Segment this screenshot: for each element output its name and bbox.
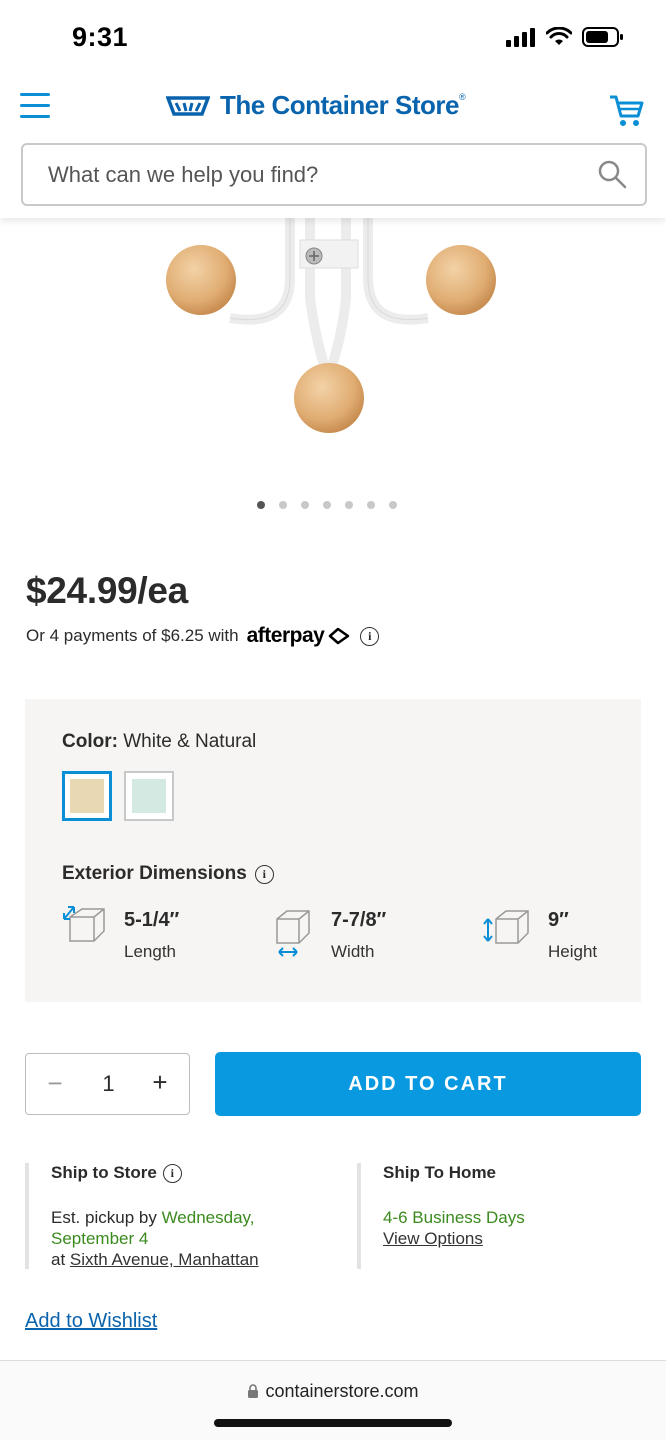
menu-icon[interactable] (20, 93, 50, 119)
color-swatch-white-natural[interactable] (62, 771, 112, 821)
home-indicator[interactable] (214, 1419, 452, 1427)
gallery-dot[interactable] (257, 501, 265, 509)
search-placeholder: What can we help you find? (48, 161, 319, 187)
color-value: White & Natural (123, 731, 257, 752)
cart-icon[interactable] (608, 94, 644, 128)
wifi-icon (546, 27, 572, 45)
pickup-estimate: Est. pickup by Wednesday, September 4 at… (51, 1208, 259, 1269)
add-to-wishlist-link[interactable]: Add to Wishlist (25, 1310, 157, 1333)
ship-to-store-panel[interactable]: Ship to Store i Est. pickup by Wednesday… (25, 1163, 325, 1269)
product-price: $24.99/ea (26, 570, 188, 611)
status-icons (506, 26, 624, 48)
brand-name: The Container Store® (220, 90, 466, 120)
color-swatch-alt[interactable] (124, 771, 174, 821)
search-icon[interactable] (597, 159, 627, 189)
ship-to-home-panel[interactable]: Ship To Home 4-6 Business Days View Opti… (357, 1163, 637, 1269)
signal-icon (506, 28, 535, 47)
gallery-dot[interactable] (345, 501, 353, 509)
home-delivery-info: 4-6 Business Days View Options (383, 1207, 637, 1249)
brand-logo[interactable]: The Container Store® (166, 90, 466, 121)
gallery-dot[interactable] (389, 501, 397, 509)
add-to-cart-button[interactable]: ADD TO CART (215, 1052, 641, 1116)
status-time: 9:31 (72, 22, 129, 52)
afterpay-line: Or 4 payments of $6.25 with afterpay i (26, 624, 380, 648)
gallery-dots[interactable] (257, 501, 397, 509)
width-cube-icon (276, 910, 310, 957)
battery-icon (582, 27, 623, 47)
dimensions-info-icon[interactable]: i (254, 864, 274, 884)
options-panel: Color: White & Natural Exterior Dimensio… (25, 699, 641, 1002)
gallery-dot[interactable] (279, 501, 287, 509)
gallery-dot[interactable] (367, 501, 375, 509)
afterpay-info-icon[interactable]: i (360, 626, 380, 646)
store-location-link[interactable]: Sixth Avenue, Manhattan (70, 1250, 259, 1269)
product-image[interactable] (150, 218, 510, 448)
dimensions-title: Exterior Dimensions i (62, 863, 274, 885)
search-input[interactable]: What can we help you find? (21, 143, 647, 206)
height-value: 9″ (548, 909, 569, 931)
ship-to-store-info-icon[interactable]: i (162, 1163, 182, 1183)
status-bar: 9:31 (0, 0, 666, 76)
length-cube-icon (63, 906, 105, 942)
site-header: The Container Store® What can we help yo… (0, 76, 666, 218)
afterpay-logo: afterpay (246, 624, 325, 647)
width-label: Width (331, 942, 375, 961)
width-value: 7-7/8″ (331, 909, 387, 931)
length-value: 5-1/4″ (124, 909, 180, 931)
afterpay-arrows-icon (329, 627, 350, 645)
lock-icon (248, 1384, 259, 1398)
view-options-link[interactable]: View Options (383, 1229, 483, 1248)
gallery-dot[interactable] (323, 501, 331, 509)
delivery-days: 4-6 Business Days (383, 1208, 525, 1227)
quantity-increase-button[interactable]: + (149, 1067, 171, 1098)
container-store-logo-icon (166, 95, 210, 116)
ship-to-store-title: Ship to Store i (51, 1163, 325, 1183)
length-label: Length (124, 942, 176, 961)
afterpay-text: Or 4 payments of $6.25 with (26, 626, 239, 645)
height-cube-icon (483, 910, 529, 944)
height-label: Height (548, 942, 598, 961)
browser-url-bar[interactable]: containerstore.com (0, 1360, 666, 1440)
gallery-dot[interactable] (301, 501, 309, 509)
color-label: Color: White & Natural (62, 731, 257, 752)
ship-to-home-title: Ship To Home (383, 1163, 497, 1182)
url-text[interactable]: containerstore.com (0, 1381, 666, 1402)
quantity-stepper: − 1 + (25, 1053, 190, 1115)
